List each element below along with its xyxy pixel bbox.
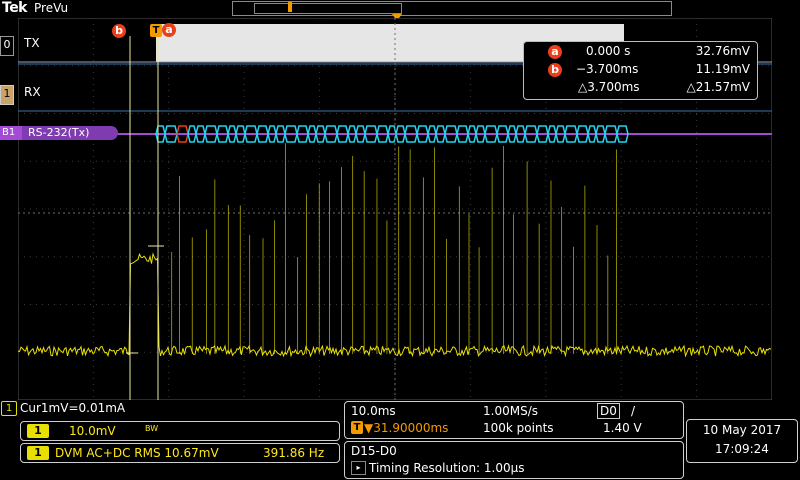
bus-label: RS-232(Tx) xyxy=(22,126,118,140)
dvm-chip: 1 xyxy=(27,446,49,460)
digital-channel-tab[interactable]: 0 xyxy=(0,36,14,56)
ch1-digital-tab[interactable]: 1 xyxy=(0,85,14,105)
cursor-a-time: 0.000 s xyxy=(586,44,631,58)
cursor-note-chip: 1 xyxy=(1,401,17,416)
acquisition-mode: PreVu xyxy=(34,1,69,15)
cursor-a-badge: a xyxy=(548,45,562,59)
trigger-source: D0 xyxy=(597,403,620,419)
trigger-marker[interactable]: T xyxy=(150,24,162,37)
timebase: 10.0ms xyxy=(351,404,396,418)
trigger-slope-icon: / xyxy=(631,404,636,418)
dvm-reading: DVM AC+DC RMS 10.67mV xyxy=(55,446,219,460)
rx-label: RX xyxy=(24,85,41,99)
record-trigger-marker xyxy=(288,2,292,12)
timing-resolution: Timing Resolution: 1.00µs xyxy=(369,461,525,475)
cursor-a-marker[interactable]: a xyxy=(162,23,176,37)
brand-logo: Tek xyxy=(2,0,28,16)
dvm-frequency: 391.86 Hz xyxy=(263,446,325,460)
cursor-b-time: −3.700ms xyxy=(576,62,639,76)
trigger-position: ▼31.90000ms xyxy=(364,421,449,435)
digital-timing-icon: ▸ xyxy=(351,461,366,475)
cursor-a-value: 32.76mV xyxy=(695,44,750,58)
cursor-b-badge: b xyxy=(548,63,562,77)
cursor-units-note: Cur1mV=0.01mA xyxy=(20,401,126,415)
ch1-chip: 1 xyxy=(27,424,49,438)
top-bar: Tek PreVu xyxy=(0,0,800,21)
datetime-box: 10 May 2017 17:09:24 xyxy=(686,419,798,463)
sample-rate: 1.00MS/s xyxy=(483,404,538,418)
bandwidth-limit-indicator: BW xyxy=(145,424,159,433)
digital-info-box[interactable]: D15-D0 ▸ Timing Resolution: 1.00µs xyxy=(344,441,684,479)
ch1-scale-box[interactable]: 1 10.0mV BW xyxy=(20,421,340,441)
trigger-level: 1.40 V xyxy=(603,421,642,435)
cursor-b-marker[interactable]: b xyxy=(112,24,126,38)
acquisition-box[interactable]: 10.0ms 1.00MS/s D0 / T ▼31.90000ms 100k … xyxy=(344,401,684,439)
tx-label: TX xyxy=(24,36,40,50)
dvm-box[interactable]: 1 DVM AC+DC RMS 10.67mV 391.86 Hz xyxy=(20,443,340,463)
time: 17:09:24 xyxy=(715,442,769,456)
cursor-delta-time: △3.700ms xyxy=(578,80,640,94)
cursor-readout: a 0.000 s 32.76mV b −3.700ms 11.19mV △3.… xyxy=(523,41,758,100)
date: 10 May 2017 xyxy=(702,423,782,437)
ch1-volts-per-div: 10.0mV xyxy=(69,424,116,438)
record-view-window[interactable] xyxy=(254,3,402,14)
trigger-position-chip: T xyxy=(351,421,363,434)
digital-channel-range: D15-D0 xyxy=(351,444,397,458)
cursor-delta-value: △21.57mV xyxy=(686,80,750,94)
record-length: 100k points xyxy=(483,421,554,435)
cursor-b-value: 11.19mV xyxy=(695,62,750,76)
